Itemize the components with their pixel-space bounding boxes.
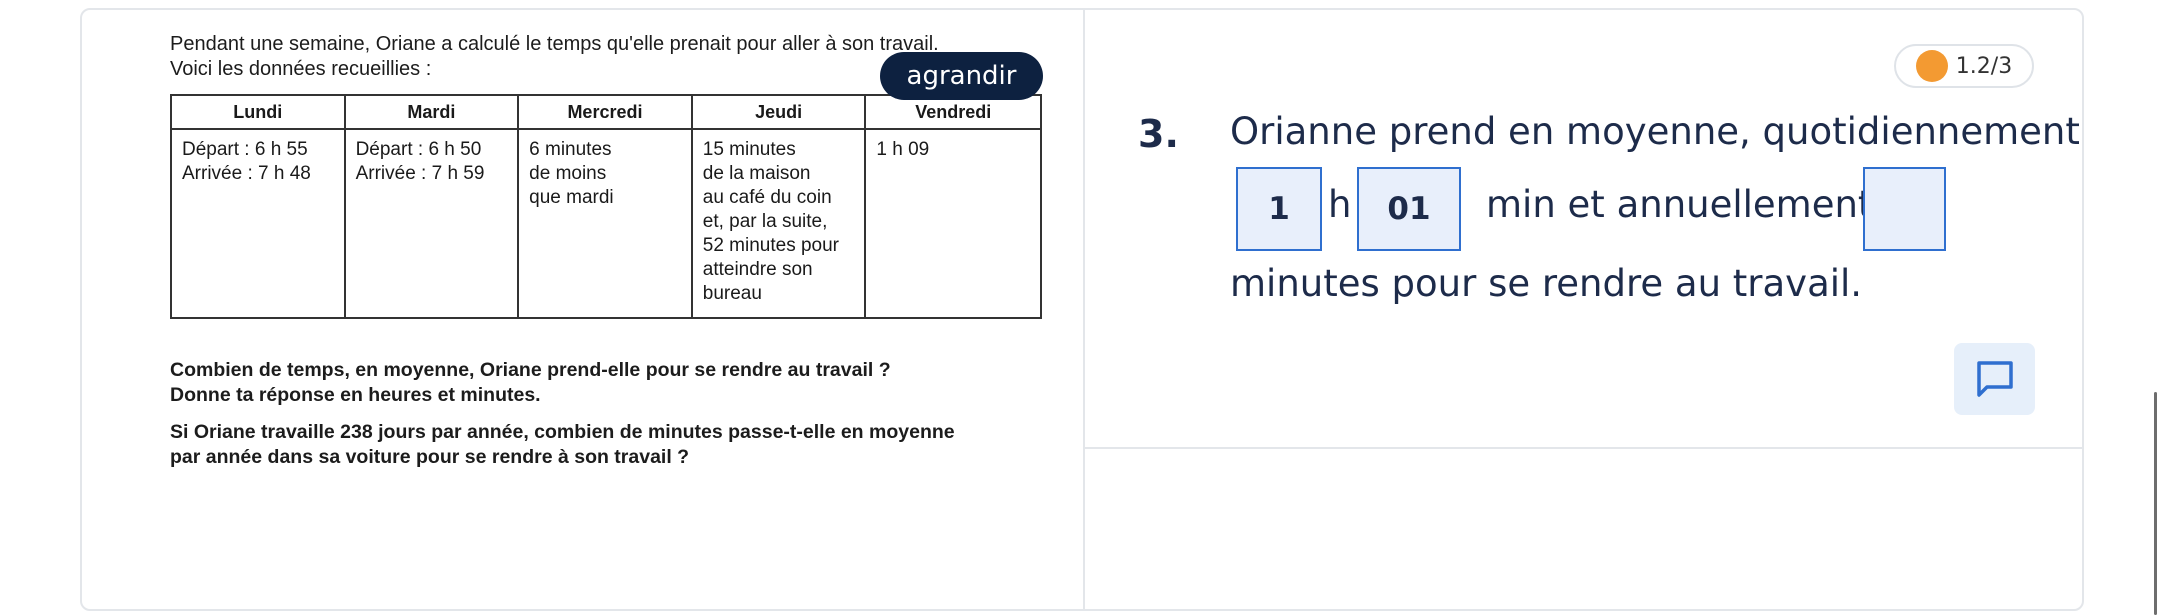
panel-divider-horizontal [1085, 447, 2082, 449]
document-question-2: Si Oriane travaille 238 jours par année,… [170, 421, 955, 468]
question-text-mid: min et annuellement [1486, 183, 1873, 226]
annual-minutes-input[interactable] [1863, 167, 1946, 251]
panel-divider [1083, 10, 1085, 609]
data-table: Lundi Mardi Mercredi Jeudi Vendredi Dépa… [170, 94, 1042, 319]
hours-unit-label: h [1328, 183, 1352, 226]
table-header-cell: Mardi [343, 94, 520, 130]
table-header-cell: Vendredi [864, 94, 1042, 130]
table-header-cell: Jeudi [690, 94, 867, 130]
table-header-cell: Lundi [170, 94, 346, 130]
table-cell: 6 minutes de moins que mardi [517, 128, 693, 319]
status-dot-icon [1915, 50, 1948, 82]
table-cell: 15 minutes de la maison au café du coin … [690, 128, 867, 319]
minutes-input[interactable]: 01 [1357, 167, 1461, 251]
question-text-line-1: Orianne prend en moyenne, quotidiennemen… [1230, 110, 2080, 153]
table-cell: Départ : 6 h 55 Arrivée : 7 h 48 [170, 128, 346, 319]
hours-input[interactable]: 1 [1236, 167, 1322, 251]
document-question-1: Combien de temps, en moyenne, Oriane pre… [170, 359, 891, 406]
comment-icon [1976, 361, 2013, 397]
table-header-cell: Mercredi [517, 94, 693, 130]
scrollbar-thumb[interactable] [2154, 392, 2157, 615]
question-text-line-3: minutes pour se rendre au travail. [1230, 262, 1863, 305]
comment-button[interactable] [1954, 343, 2035, 415]
question-number: 3. [1138, 112, 1179, 156]
table-header-row: Lundi Mardi Mercredi Jeudi Vendredi [170, 94, 1042, 130]
zoom-button[interactable]: agrandir [880, 52, 1043, 100]
table-cell: 1 h 09 [864, 128, 1042, 319]
progress-badge: 1.2/3 [1894, 44, 2034, 88]
table-row: Départ : 6 h 55 Arrivée : 7 h 48 Départ … [170, 128, 1042, 319]
table-cell: Départ : 6 h 50 Arrivée : 7 h 59 [343, 128, 520, 319]
progress-label: 1.2/3 [1955, 53, 2013, 79]
